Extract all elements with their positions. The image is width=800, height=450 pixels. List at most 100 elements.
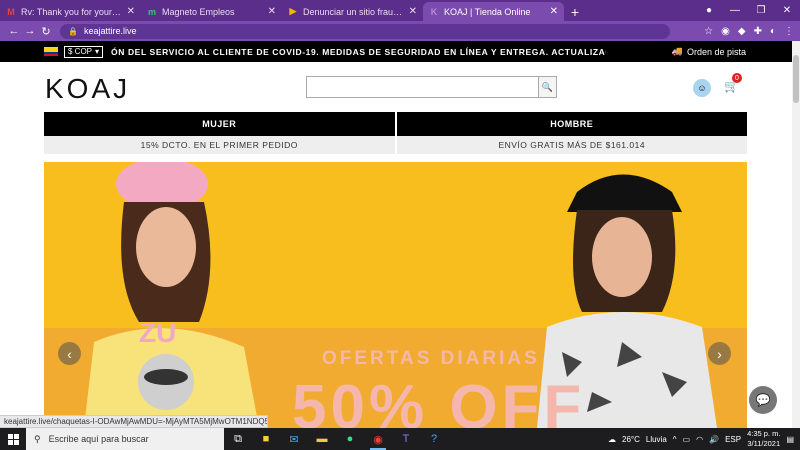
tab-title: Rv: Thank you for your order #03 bbox=[21, 6, 123, 17]
status-url-bar: keajattire.live/chaquetas-I-ODAwMjAwMDU=… bbox=[0, 415, 268, 428]
puzzle-extensions-icon[interactable]: ✚ bbox=[754, 26, 762, 37]
toolbar-icons: ☆ ◉ ◆ ✚ ◐ ⋮ bbox=[704, 26, 794, 37]
windows-logo-icon bbox=[7, 433, 19, 445]
category-nav: MUJER HOMBRE bbox=[44, 112, 747, 136]
window-close-icon[interactable]: ✕ bbox=[774, 5, 800, 16]
track-order-link[interactable]: 🚚 Orden de pista bbox=[672, 46, 746, 57]
magneto-icon: m bbox=[147, 6, 156, 17]
search-icon: 🔍 bbox=[541, 81, 554, 92]
taskbar-clock[interactable]: 4:35 p. m. 3/11/2021 bbox=[747, 429, 780, 449]
extension-icon[interactable]: ◐ bbox=[770, 26, 776, 37]
close-icon[interactable]: ✕ bbox=[127, 6, 135, 17]
new-tab-button[interactable]: + bbox=[564, 2, 586, 21]
close-icon[interactable]: ✕ bbox=[268, 6, 276, 17]
url-text: keajattire.live bbox=[83, 26, 137, 36]
volume-icon[interactable]: 🔊 bbox=[709, 435, 719, 444]
address-bar[interactable]: 🔒 keajattire.live bbox=[60, 23, 670, 39]
task-view-icon[interactable]: ⧉ bbox=[224, 428, 252, 450]
cart-button[interactable]: 🛒 0 bbox=[724, 73, 742, 93]
bookmark-star-icon[interactable]: ☆ bbox=[704, 26, 713, 37]
truck-icon: 🚚 bbox=[671, 46, 683, 56]
mail-icon[interactable]: ✉ bbox=[280, 428, 308, 450]
category-mujer[interactable]: MUJER bbox=[44, 112, 397, 136]
promo-discount: 15% DCTO. EN EL PRIMER PEDIDO bbox=[44, 136, 397, 154]
chat-bubble-icon: 💬 bbox=[755, 393, 771, 407]
browser-tab-4[interactable]: K KOAJ | Tienda Online ✕ bbox=[423, 2, 564, 21]
teams-icon[interactable]: T bbox=[392, 428, 420, 450]
windows-taskbar: ⚲ Escribe aquí para buscar ⧉ ■ ✉ ▬ ● ◉ T… bbox=[0, 428, 800, 450]
reload-icon[interactable]: ↻ bbox=[38, 25, 54, 38]
wifi-icon[interactable]: ◠ bbox=[696, 435, 703, 444]
help-icon[interactable]: ? bbox=[420, 428, 448, 450]
weather-cloud-icon[interactable]: ☁ bbox=[608, 435, 616, 444]
cart-count-badge: 0 bbox=[732, 73, 742, 83]
extension-icon[interactable]: ◆ bbox=[738, 26, 746, 37]
carousel-prev-button[interactable]: ‹ bbox=[58, 342, 81, 365]
back-icon[interactable]: ← bbox=[6, 25, 22, 37]
hero-banner[interactable]: ZU OFERTAS DIARIAS 50% OFF ‹ › bbox=[44, 162, 747, 428]
browser-tab-3[interactable]: ▶ Denunciar un sitio fraudulento | G ✕ bbox=[282, 2, 423, 21]
account-avatar-icon[interactable]: ☺ bbox=[693, 79, 711, 97]
network-icon[interactable]: ▭ bbox=[683, 435, 691, 444]
koaj-favicon-icon: K bbox=[430, 6, 438, 17]
browser-tab-1[interactable]: M Rv: Thank you for your order #03 ✕ bbox=[0, 2, 141, 21]
weather-temp[interactable]: 26°C bbox=[622, 435, 640, 444]
menu-kebab-icon[interactable]: ⋮ bbox=[784, 26, 794, 37]
announcement-marquee: ÓN DEL SERVICIO AL CLIENTE DE COVID-19. … bbox=[111, 46, 607, 57]
browser-tab-2[interactable]: m Magneto Empleos ✕ bbox=[141, 2, 282, 21]
clock-date: 3/11/2021 bbox=[747, 439, 781, 448]
chat-button[interactable]: 💬 bbox=[749, 386, 777, 414]
hero-discount: 50% OFF bbox=[292, 373, 586, 428]
koaj-logo[interactable]: KOAJ bbox=[45, 73, 130, 105]
promo-strip: 15% DCTO. EN EL PRIMER PEDIDO ENVÍO GRAT… bbox=[44, 136, 747, 154]
weather-text[interactable]: Lluvia bbox=[646, 435, 667, 444]
close-icon[interactable]: ✕ bbox=[409, 6, 417, 17]
gmail-icon: M bbox=[7, 6, 15, 17]
chevron-right-icon: › bbox=[717, 345, 722, 362]
report-icon: ▶ bbox=[289, 6, 297, 16]
lock-icon[interactable]: 🔒 bbox=[68, 27, 78, 36]
extension-icon[interactable]: ◉ bbox=[721, 26, 730, 37]
restore-icon[interactable]: ❐ bbox=[748, 5, 774, 16]
promo-free-shipping: ENVÍO GRATIS MÁS DE $161.014 bbox=[498, 140, 646, 150]
announcement-bar: $ COP ▾ ÓN DEL SERVICIO AL CLIENTE DE CO… bbox=[0, 41, 792, 62]
search-box: 🔍 bbox=[306, 76, 557, 98]
taskbar-search-placeholder: Escribe aquí para buscar bbox=[48, 434, 149, 444]
tab-title: KOAJ | Tienda Online bbox=[444, 6, 531, 17]
carousel-next-button[interactable]: › bbox=[708, 342, 731, 365]
chrome-icon[interactable]: ◉ bbox=[364, 428, 392, 450]
search-input[interactable] bbox=[307, 77, 538, 97]
site-header: KOAJ 🔍 ☺ 🛒 0 bbox=[0, 62, 792, 112]
page-scrollbar[interactable] bbox=[792, 41, 800, 428]
notifications-icon[interactable]: ▤ bbox=[786, 435, 794, 444]
profile-icon[interactable]: ● bbox=[696, 5, 722, 16]
taskbar-search[interactable]: ⚲ Escribe aquí para buscar bbox=[26, 428, 224, 450]
minimize-icon[interactable]: — bbox=[722, 5, 748, 16]
svg-text:ZU: ZU bbox=[139, 317, 176, 348]
forward-icon[interactable]: → bbox=[22, 25, 38, 37]
hero-model-left-image: ZU bbox=[84, 162, 259, 428]
search-button[interactable]: 🔍 bbox=[538, 77, 556, 97]
scrollbar-thumb[interactable] bbox=[793, 55, 799, 103]
colombia-flag-icon[interactable] bbox=[44, 47, 58, 56]
chevron-down-icon: ▾ bbox=[95, 47, 100, 56]
chevron-up-icon[interactable]: ^ bbox=[673, 435, 677, 444]
category-hombre[interactable]: HOMBRE bbox=[396, 112, 747, 136]
browser-toolbar: ← → ↻ 🔒 keajattire.live ☆ ◉ ◆ ✚ ◐ ⋮ bbox=[0, 21, 800, 41]
start-button[interactable] bbox=[0, 428, 26, 450]
chevron-left-icon: ‹ bbox=[67, 345, 72, 362]
search-icon: ⚲ bbox=[34, 433, 41, 444]
clock-time: 4:35 p. m. bbox=[747, 429, 781, 438]
tab-title: Denunciar un sitio fraudulento | G bbox=[303, 6, 405, 17]
whatsapp-icon[interactable]: ● bbox=[336, 428, 364, 450]
currency-label: $ COP bbox=[68, 47, 93, 56]
tab-title: Magneto Empleos bbox=[162, 6, 235, 17]
currency-selector[interactable]: $ COP ▾ bbox=[64, 45, 104, 58]
window-controls: ● — ❐ ✕ bbox=[696, 0, 800, 21]
language-indicator[interactable]: ESP bbox=[725, 435, 741, 444]
sticky-notes-icon[interactable]: ■ bbox=[252, 428, 280, 450]
file-explorer-icon[interactable]: ▬ bbox=[308, 428, 336, 450]
tab-strip: M Rv: Thank you for your order #03 ✕ m M… bbox=[0, 0, 800, 21]
hero-title: OFERTAS DIARIAS bbox=[322, 348, 540, 369]
close-icon[interactable]: ✕ bbox=[550, 6, 558, 17]
